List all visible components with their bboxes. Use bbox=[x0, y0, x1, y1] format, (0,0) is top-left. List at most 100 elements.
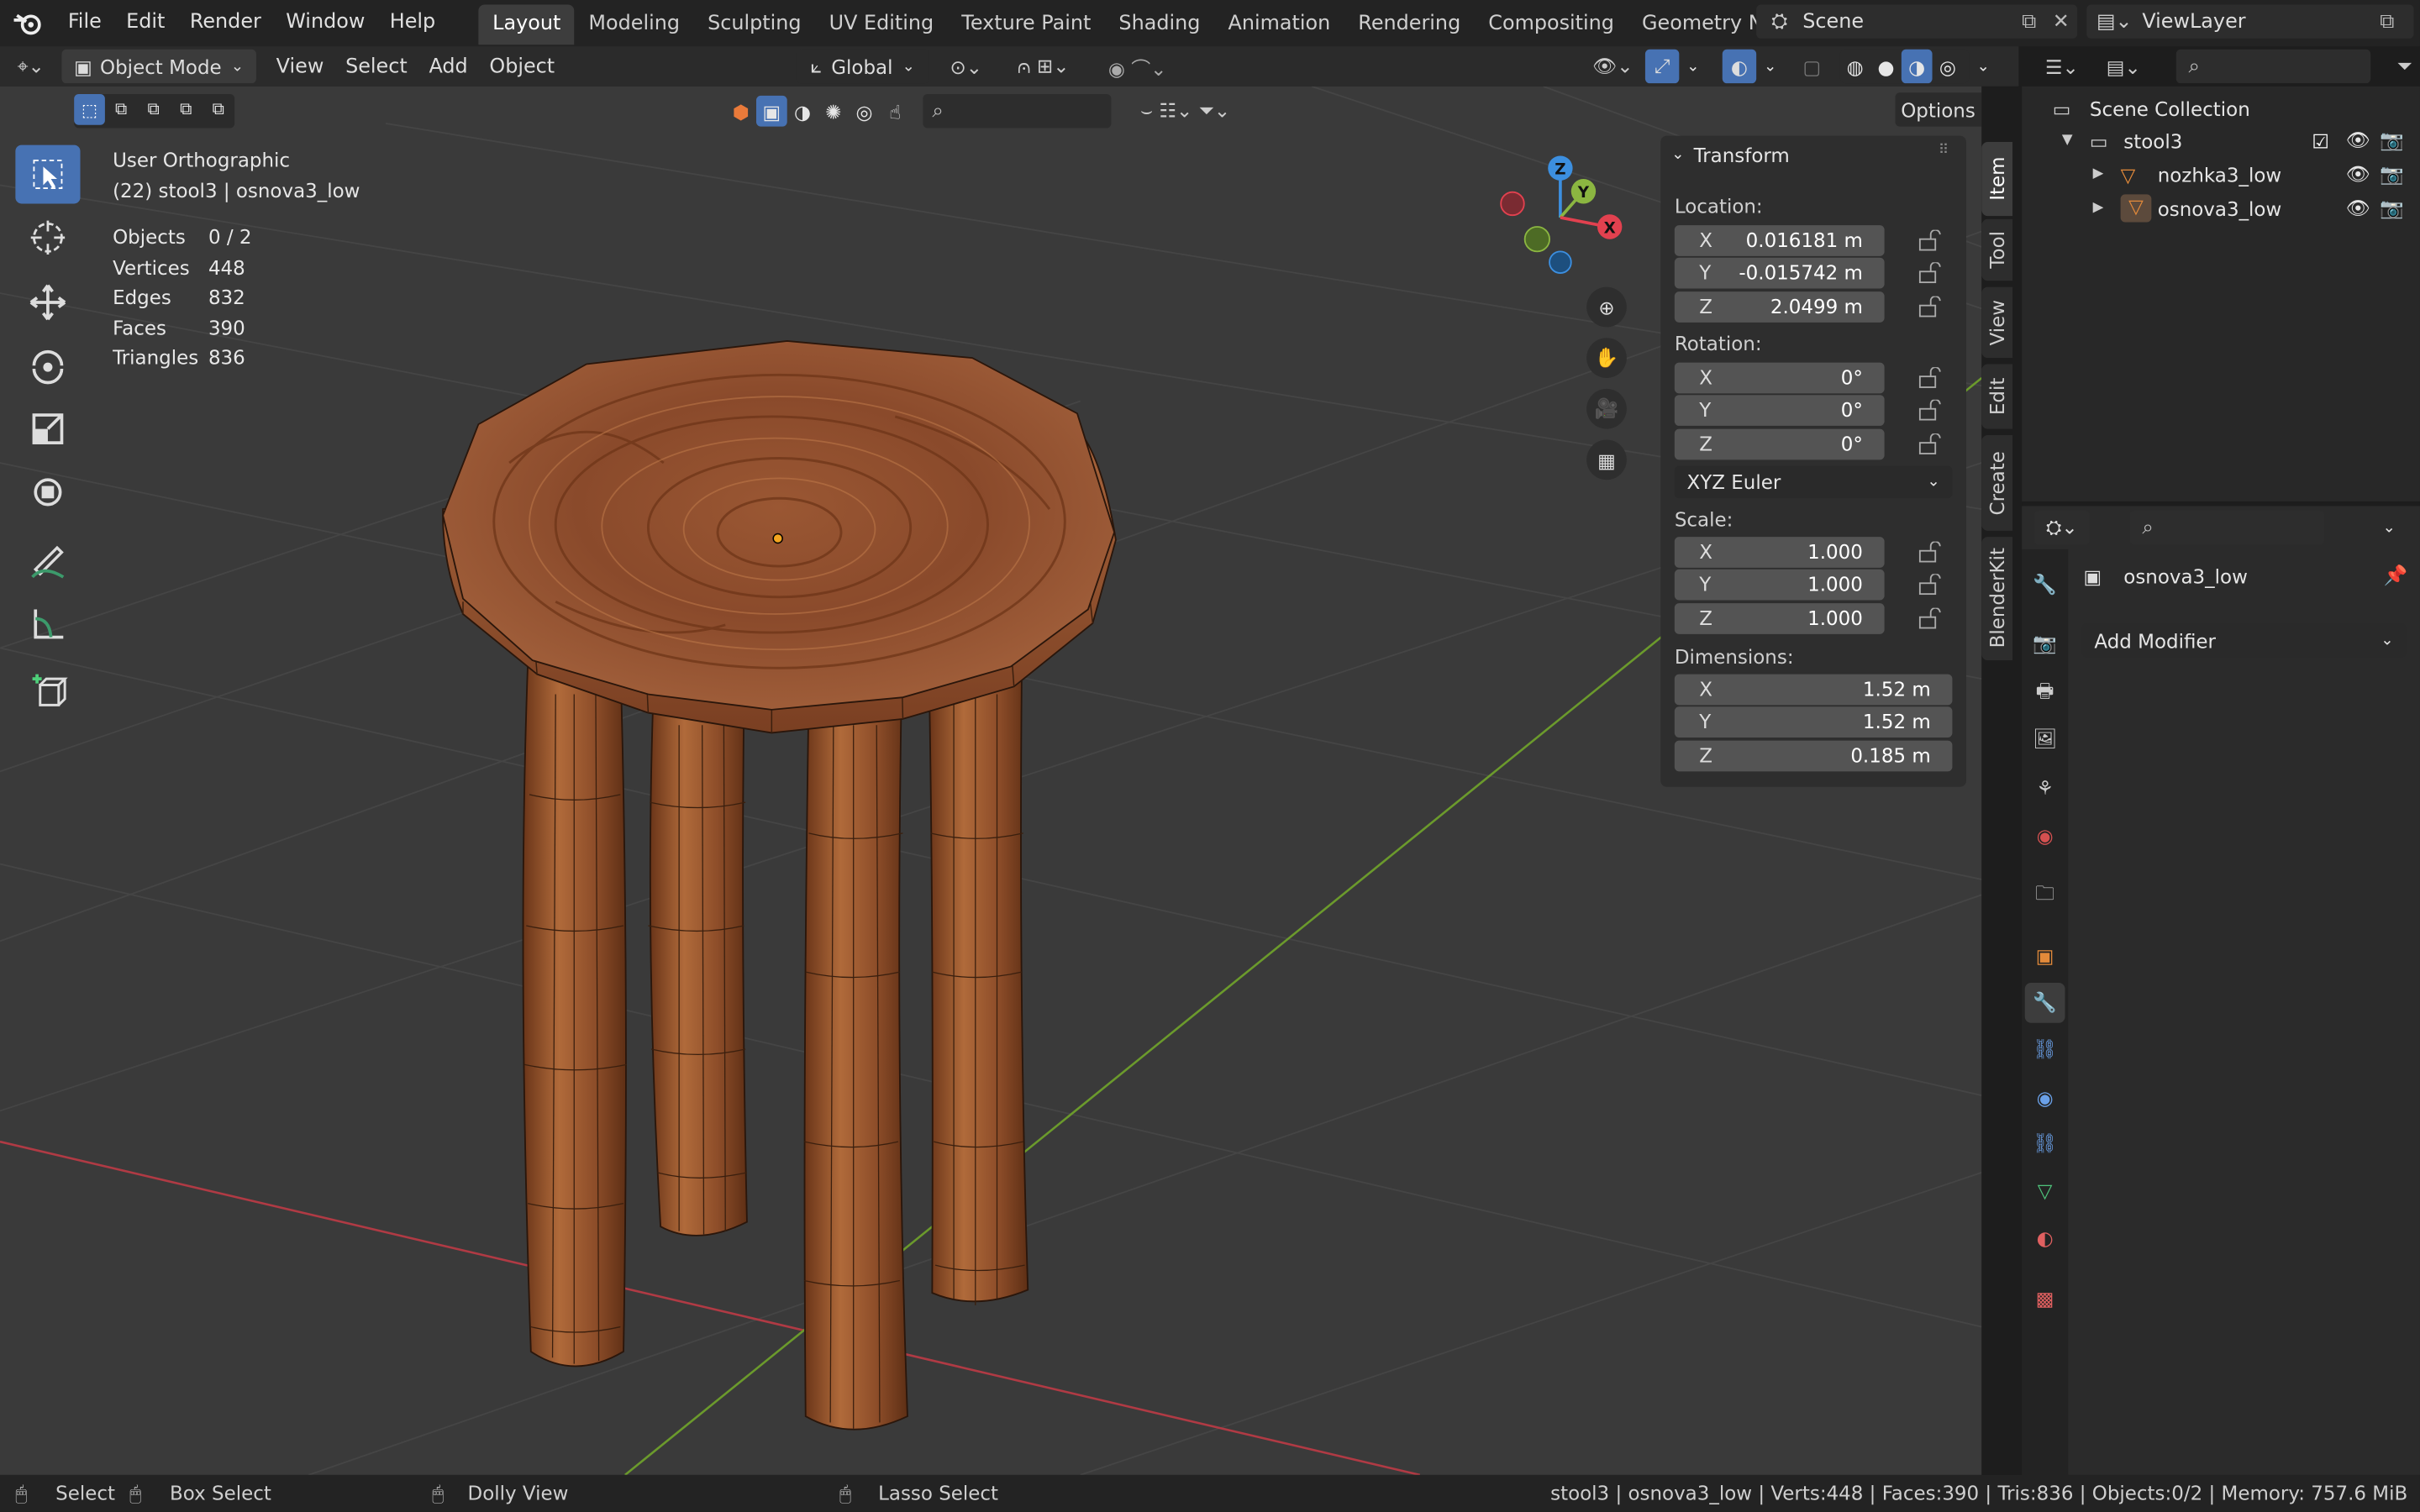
expand-arrow-icon[interactable]: ▶ bbox=[2093, 166, 2121, 181]
gizmo-dropdown-icon[interactable]: ⌄ bbox=[1682, 50, 1704, 83]
properties-options-icon[interactable]: ⌄ bbox=[2374, 511, 2405, 544]
select-box-tool-icon[interactable] bbox=[15, 144, 81, 204]
props-editor-type-icon[interactable]: ☰⌄ bbox=[2034, 50, 2090, 83]
annotate-tool-icon[interactable] bbox=[15, 531, 80, 590]
render-properties-icon[interactable]: 📷 bbox=[2028, 627, 2061, 660]
scene-properties-icon[interactable]: ⚘ bbox=[2028, 770, 2061, 804]
outliner-row-osnova3[interactable]: ▶ ▽ osnova3_low 👁 📷 bbox=[2093, 193, 2408, 224]
menu-add[interactable]: Add bbox=[418, 55, 479, 78]
outliner-row-scene-collection[interactable]: ▭ Scene Collection bbox=[2053, 92, 2407, 123]
viewport-filter-icons[interactable]: ⌣ ☷⌄ ⏷⌄ bbox=[1114, 94, 1256, 128]
modifier-properties-icon[interactable]: 🔧 bbox=[2024, 982, 2065, 1023]
sphere-icon[interactable]: ◑ bbox=[787, 96, 818, 127]
select-extend-icon[interactable]: ⧉ bbox=[105, 94, 138, 125]
location-y-field[interactable]: Y -0.015742 m bbox=[1674, 257, 1885, 289]
menu-render[interactable]: Render bbox=[177, 0, 273, 46]
world-icon[interactable]: ◎ bbox=[849, 96, 880, 127]
select-invert-icon[interactable]: ⧉ bbox=[170, 94, 203, 125]
delete-scene-icon[interactable]: ✕ bbox=[2053, 10, 2077, 34]
move-tool-icon[interactable] bbox=[15, 273, 80, 332]
lock-icon[interactable] bbox=[1917, 607, 1941, 630]
lock-icon[interactable] bbox=[1917, 367, 1941, 389]
overlay-dropdown-icon[interactable]: ⌄ bbox=[1760, 50, 1781, 83]
rotation-z-field[interactable]: Z 0° bbox=[1674, 428, 1885, 460]
visibility-icon[interactable]: 👁⌄ bbox=[1586, 50, 1639, 83]
blender-logo-icon[interactable] bbox=[0, 0, 55, 46]
scale-y-field[interactable]: Y 1.000 bbox=[1674, 569, 1885, 601]
rendered-shading-icon[interactable]: ◎ bbox=[1933, 50, 1964, 83]
texture-properties-icon[interactable]: ▩ bbox=[2028, 1280, 2061, 1314]
cursor-tool-icon[interactable] bbox=[15, 208, 80, 267]
gizmo-toggle-icon[interactable]: ⤢ bbox=[1644, 49, 1680, 84]
tab-animation[interactable]: Animation bbox=[1214, 5, 1344, 45]
menu-view[interactable]: View bbox=[266, 55, 334, 78]
lock-icon[interactable] bbox=[1917, 296, 1941, 318]
tab-view[interactable]: View bbox=[1981, 286, 2013, 359]
checkbox-icon[interactable]: ☑ bbox=[2312, 129, 2345, 152]
tab-create[interactable]: Create bbox=[1981, 434, 2013, 531]
add-modifier-button[interactable]: Add Modifier ⌄ bbox=[2081, 623, 2407, 658]
outliner-row-stool3[interactable]: ▼ ▭ stool3 ☑ 👁 📷 bbox=[2062, 125, 2407, 156]
lock-icon[interactable] bbox=[1917, 574, 1941, 596]
expand-arrow-icon[interactable]: ▼ bbox=[2062, 133, 2090, 148]
rotation-mode-select[interactable]: XYZ Euler ⌄ bbox=[1674, 465, 1953, 499]
snap-icon[interactable]: ⩀ ⊞⌄ bbox=[1000, 50, 1086, 83]
scene-selector[interactable]: ⛭ Scene ⧉ ✕ bbox=[1756, 4, 2078, 39]
overlay-toggle-icon[interactable]: ◐ bbox=[1722, 49, 1757, 84]
object-properties-icon[interactable]: ▣ bbox=[2028, 938, 2061, 972]
wireframe-shading-icon[interactable]: ◍ bbox=[1839, 50, 1870, 83]
xray-icon[interactable]: ▢ bbox=[1797, 50, 1828, 83]
tab-item[interactable]: Item bbox=[1981, 141, 2013, 217]
menu-select[interactable]: Select bbox=[334, 55, 418, 78]
view-layer-properties-icon[interactable]: 🖼 bbox=[2028, 722, 2061, 756]
editor-type-icon[interactable]: ⌖⌄ bbox=[0, 46, 61, 87]
tool-properties-icon[interactable]: 🔧 bbox=[2028, 568, 2061, 601]
hand-pan-icon[interactable]: ✋ bbox=[1586, 338, 1627, 378]
select-subtract-icon[interactable]: ⧉ bbox=[137, 94, 170, 125]
lock-icon[interactable] bbox=[1917, 229, 1941, 252]
rotation-y-field[interactable]: Y 0° bbox=[1674, 395, 1885, 426]
light-icon[interactable]: ✺ bbox=[818, 96, 849, 127]
tab-tool[interactable]: Tool bbox=[1981, 218, 2013, 281]
add-cube-tool-icon[interactable] bbox=[15, 662, 80, 721]
solid-shading-icon[interactable]: ● bbox=[1870, 50, 1902, 83]
eye-icon[interactable]: 👁 bbox=[2346, 196, 2380, 220]
pin-icon[interactable]: 📌 bbox=[2384, 563, 2408, 587]
tab-blenderkit[interactable]: BlenderKit bbox=[1981, 537, 2013, 661]
select-intersect-icon[interactable]: ⧉ bbox=[203, 94, 235, 125]
menu-edit[interactable]: Edit bbox=[113, 0, 177, 46]
lock-icon[interactable] bbox=[1917, 433, 1941, 455]
outliner-search[interactable]: ⌕ bbox=[2175, 49, 2371, 84]
menu-object[interactable]: Object bbox=[479, 55, 566, 78]
scale-z-field[interactable]: Z 1.000 bbox=[1674, 603, 1885, 634]
collection-properties-icon[interactable]: 🗀 bbox=[2028, 878, 2061, 911]
color-wheel-icon[interactable]: ⬢ bbox=[725, 96, 756, 127]
proportional-edit-icon[interactable]: ◉ ⌒⌄ bbox=[1096, 50, 1179, 83]
shading-dropdown-icon[interactable]: ⌄ bbox=[1972, 50, 1994, 83]
measure-tool-icon[interactable] bbox=[15, 594, 80, 653]
tab-shading[interactable]: Shading bbox=[1105, 5, 1214, 45]
outliner-row-nozhka3[interactable]: ▶ ▽ nozhka3_low 👁 📷 bbox=[2093, 159, 2408, 190]
lock-icon[interactable] bbox=[1917, 399, 1941, 422]
properties-search[interactable]: ⌕ bbox=[2129, 510, 2325, 545]
tab-rendering[interactable]: Rendering bbox=[1344, 5, 1475, 45]
menu-help[interactable]: Help bbox=[377, 0, 448, 46]
material-properties-icon[interactable]: ◐ bbox=[2028, 1221, 2061, 1254]
tab-uv-editing[interactable]: UV Editing bbox=[815, 5, 948, 45]
output-properties-icon[interactable]: 🖶 bbox=[2028, 675, 2061, 709]
tab-compositing[interactable]: Compositing bbox=[1475, 5, 1628, 45]
tab-edit[interactable]: Edit bbox=[1981, 364, 2013, 429]
drag-handle-icon[interactable]: ⠿ bbox=[1939, 144, 1949, 159]
transform-tool-icon[interactable] bbox=[15, 463, 80, 522]
world-properties-icon[interactable]: ◉ bbox=[2028, 817, 2061, 851]
location-x-field[interactable]: X 0.016181 m bbox=[1674, 225, 1885, 256]
tab-texture-paint[interactable]: Texture Paint bbox=[948, 5, 1105, 45]
menu-window[interactable]: Window bbox=[274, 0, 378, 46]
new-viewlayer-icon[interactable]: ⧉ bbox=[2380, 10, 2413, 34]
scale-tool-icon[interactable] bbox=[15, 400, 80, 459]
eye-icon[interactable]: 👁 bbox=[2346, 128, 2380, 152]
data-properties-icon[interactable]: ▽ bbox=[2028, 1173, 2061, 1206]
lock-icon[interactable] bbox=[1917, 262, 1941, 284]
select-new-icon[interactable]: ⬚ bbox=[74, 94, 105, 125]
render-camera-icon[interactable]: 📷 bbox=[2380, 128, 2407, 152]
